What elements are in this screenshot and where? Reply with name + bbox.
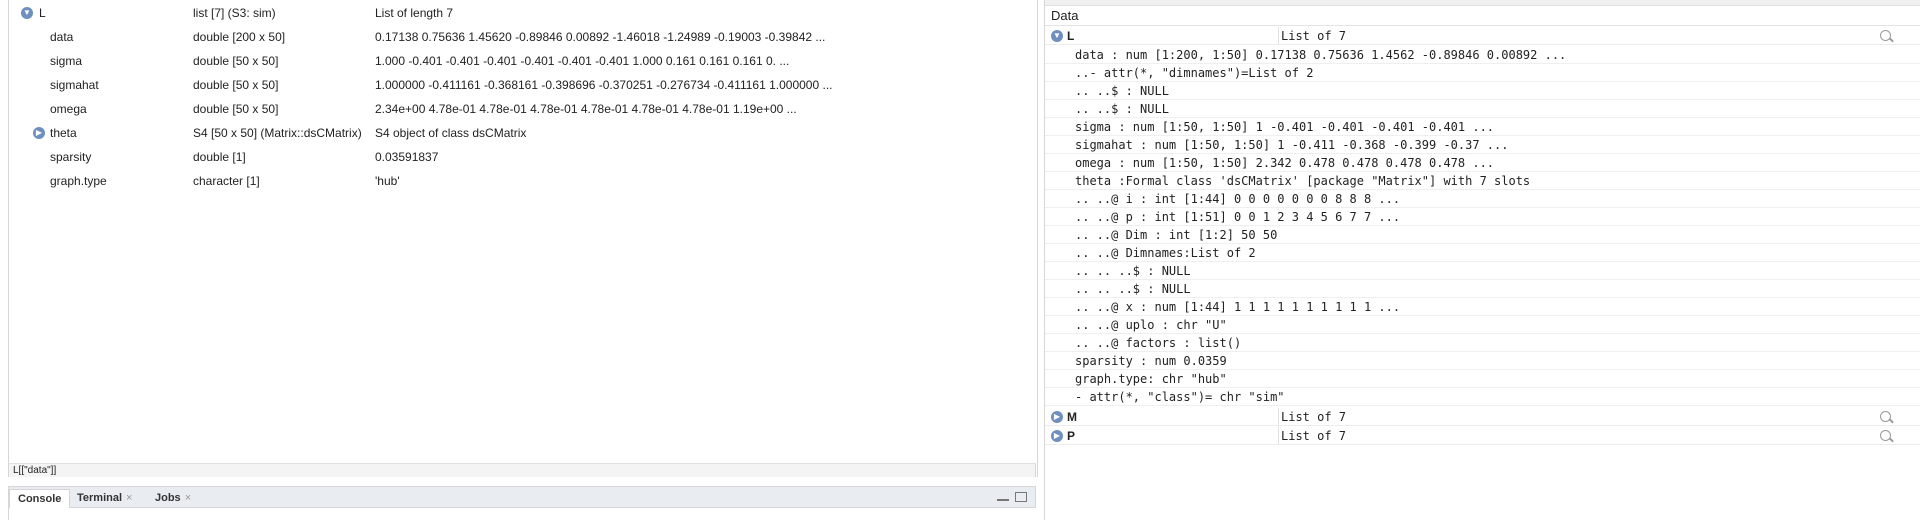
- viewer-name: sigma: [50, 54, 83, 68]
- str-line: .. ..@ Dimnames:List of 2: [1075, 246, 1256, 260]
- str-line: .. .. ..$ : NULL: [1075, 264, 1191, 278]
- viewer-row-sparsity[interactable]: sparsity double [1] 0.03591837: [9, 145, 1037, 169]
- str-line: - attr(*, "class")= chr "sim": [1075, 390, 1285, 404]
- object-viewer: ▼ Llist [7] (S3: sim) List of length 7 data…: [8, 0, 1038, 477]
- close-icon[interactable]: ×: [126, 492, 132, 504]
- expand-icon[interactable]: ▶: [33, 127, 45, 139]
- str-line: graph.type: chr "hub": [1075, 372, 1227, 386]
- env-object-value: List of 7: [1281, 429, 1347, 443]
- viewer-row-sigma[interactable]: sigma double [50 x 50] 1.000 -0.401 -0.401…: [9, 49, 1037, 73]
- tab-console[interactable]: Console: [9, 489, 71, 508]
- close-icon[interactable]: ×: [185, 492, 191, 504]
- env-object-P[interactable]: ▶ P List of 7: [1045, 427, 1920, 445]
- viewer-type: character [1]: [193, 174, 260, 188]
- viewer-type: double [1]: [193, 150, 246, 164]
- collapse-icon[interactable]: ▼: [1051, 30, 1063, 42]
- viewer-name: theta: [50, 126, 77, 140]
- str-line: .. ..@ uplo : chr "U": [1075, 318, 1227, 332]
- column-divider: [1278, 408, 1279, 425]
- viewer-value: 0.17138 0.75636 1.45620 -0.89846 0.00892…: [375, 30, 826, 44]
- viewer-name: omega: [50, 102, 87, 116]
- column-divider: [1278, 427, 1279, 444]
- viewer-row-sigmahat[interactable]: sigmahat double [50 x 50] 1.000000 -0.4111…: [9, 73, 1037, 97]
- viewer-row-theta[interactable]: ▶ theta S4 [50 x 50] (Matrix::dsCMatrix) S4…: [9, 121, 1037, 145]
- str-line: .. ..@ factors : list(): [1075, 336, 1242, 350]
- viewer-value: 0.03591837: [375, 150, 439, 164]
- row-separator: [1045, 99, 1920, 100]
- str-line: sigma : num [1:50, 1:50] 1 -0.401 -0.401…: [1075, 120, 1495, 134]
- viewer-type: double [200 x 50]: [193, 30, 286, 44]
- tab-jobs[interactable]: Jobs ×: [147, 489, 199, 508]
- viewer-type: double [50 x 50]: [193, 54, 279, 68]
- environment-pane: Data ▼ L List of 7 data : num [1:200, 1:50]…: [1044, 0, 1920, 520]
- expand-icon[interactable]: ▶: [1051, 430, 1063, 442]
- data-section-header: Data: [1045, 6, 1920, 26]
- maximize-icon[interactable]: [1015, 492, 1027, 502]
- env-object-name: M: [1067, 410, 1077, 424]
- str-line: sigmahat : num [1:50, 1:50] 1 -0.411 -0.…: [1075, 138, 1509, 152]
- viewer-name: L: [39, 6, 46, 20]
- column-divider: [1278, 27, 1279, 44]
- viewer-name: graph.type: [50, 174, 107, 188]
- env-object-M[interactable]: ▶ M List of 7: [1045, 408, 1920, 426]
- console-area: [8, 508, 1037, 520]
- tab-label: Terminal: [77, 492, 123, 504]
- viewer-value: S4 object of class dsCMatrix: [375, 126, 527, 140]
- viewer-value: 'hub': [375, 174, 400, 188]
- viewer-name: data: [50, 30, 74, 44]
- tab-label: Console: [18, 493, 62, 505]
- row-separator: [1045, 81, 1920, 82]
- minimize-icon[interactable]: [997, 496, 1009, 501]
- viewer-value: List of length 7: [375, 6, 454, 20]
- str-line: ..- attr(*, "dimnames")=List of 2: [1075, 66, 1314, 80]
- viewer-type: double [50 x 50]: [193, 102, 279, 116]
- viewer-type: list [7] (S3: sim): [193, 6, 276, 20]
- viewer-type: double [50 x 50]: [193, 78, 279, 92]
- str-line: .. ..@ p : int [1:51] 0 0 1 2 3 4 5 6 7 …: [1075, 210, 1401, 224]
- search-icon[interactable]: [1880, 411, 1891, 422]
- env-object-name: L: [1067, 29, 1075, 43]
- expand-icon[interactable]: ▶: [1051, 411, 1063, 423]
- viewer-name: sparsity: [50, 150, 92, 164]
- str-line: .. ..$ : NULL: [1075, 84, 1169, 98]
- env-object-value: List of 7: [1281, 29, 1347, 43]
- env-object-name: P: [1067, 429, 1076, 443]
- str-line: .. ..@ i : int [1:44] 0 0 0 0 0 0 0 8 8 …: [1075, 192, 1401, 206]
- viewer-row-L[interactable]: ▼ Llist [7] (S3: sim) List of length 7: [9, 1, 1037, 25]
- search-icon[interactable]: [1880, 30, 1891, 41]
- viewer-name: sigmahat: [50, 78, 99, 92]
- search-icon[interactable]: [1880, 430, 1891, 441]
- str-line: .. .. ..$ : NULL: [1075, 282, 1191, 296]
- str-line: omega : num [1:50, 1:50] 2.342 0.478 0.4…: [1075, 156, 1495, 170]
- viewer-value: 2.34e+00 4.78e-01 4.78e-01 4.78e-01 4.78…: [375, 102, 797, 116]
- viewer-row-graph-type[interactable]: graph.type character [1] 'hub': [9, 169, 1037, 193]
- tab-terminal[interactable]: Terminal ×: [69, 489, 140, 508]
- viewer-value: 1.000000 -0.411161 -0.368161 -0.398696 -…: [375, 78, 833, 92]
- viewer-status-path: L[["data"]]: [8, 463, 1036, 477]
- console-tab-bar: Console Terminal × Jobs ×: [8, 486, 1036, 508]
- viewer-value: 1.000 -0.401 -0.401 -0.401 -0.401 -0.401…: [375, 54, 790, 68]
- str-line: sparsity : num 0.0359: [1075, 354, 1227, 368]
- str-line: data : num [1:200, 1:50] 0.17138 0.75636…: [1075, 48, 1567, 62]
- str-line: theta :Formal class 'dsCMatrix' [package…: [1075, 174, 1531, 188]
- tab-label: Jobs: [155, 492, 181, 504]
- env-object-value: List of 7: [1281, 410, 1347, 424]
- viewer-row-omega[interactable]: omega double [50 x 50] 2.34e+00 4.78e-01 4…: [9, 97, 1037, 121]
- collapse-icon[interactable]: ▼: [21, 7, 33, 19]
- env-object-L[interactable]: ▼ L List of 7: [1045, 27, 1920, 45]
- str-line: .. ..@ x : num [1:44] 1 1 1 1 1 1 1 1 1 …: [1075, 300, 1401, 314]
- str-line: .. ..@ Dim : int [1:2] 50 50: [1075, 228, 1278, 242]
- viewer-row-data[interactable]: data double [200 x 50] 0.17138 0.75636 1.4…: [9, 25, 1037, 49]
- row-separator: [1045, 405, 1920, 406]
- str-line: .. ..$ : NULL: [1075, 102, 1169, 116]
- viewer-type: S4 [50 x 50] (Matrix::dsCMatrix): [193, 126, 362, 140]
